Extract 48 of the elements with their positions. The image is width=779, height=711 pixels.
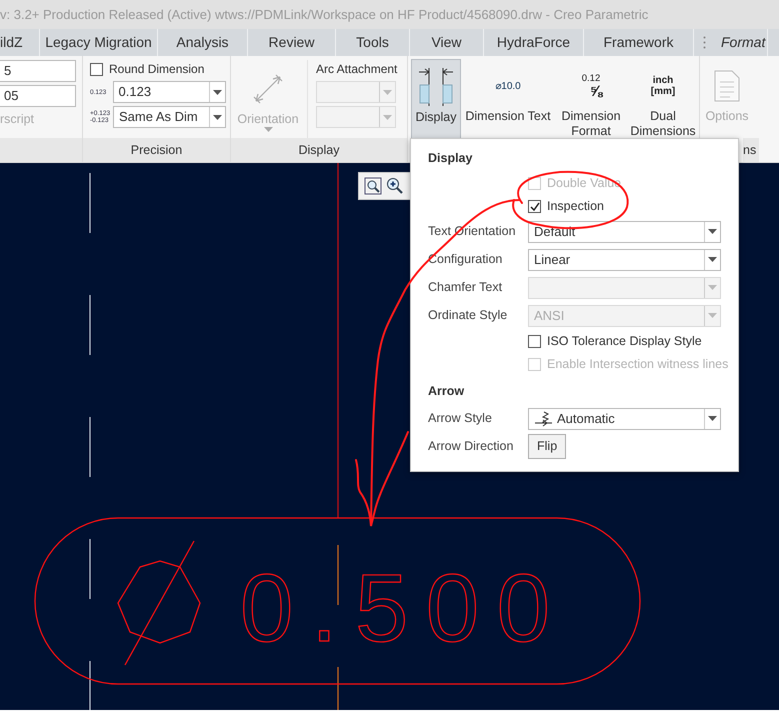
group-label: Precision (83, 138, 230, 162)
caret-icon (213, 114, 222, 120)
group-label: ns (743, 138, 759, 162)
dual-dimensions-icon: inch [mm] (650, 75, 676, 97)
dimension-format-icon: 0.12 ⅝ (580, 72, 602, 100)
checkbox-label: Enable Intersection witness lines (547, 356, 728, 373)
caret-icon (708, 313, 717, 318)
checkbox[interactable] (90, 62, 103, 76)
checkbox-label: ISO Tolerance Display Style (547, 332, 702, 350)
display-icon (417, 67, 455, 107)
field-label: rscript (0, 111, 36, 128)
field-label: Arrow Direction (428, 438, 514, 456)
dropdown: ANSI (528, 304, 721, 327)
checkbox-label: Inspection (547, 198, 604, 215)
caret-icon (708, 229, 717, 234)
dropdown[interactable]: Linear (528, 248, 721, 271)
text-field[interactable]: 05 (0, 85, 76, 107)
flip-button[interactable]: Flip (528, 434, 566, 459)
field-label: Configuration (428, 251, 504, 268)
caret-icon (708, 416, 717, 421)
dropdown[interactable]: Automatic (528, 408, 721, 430)
group-heading: Arc Attachment (316, 61, 398, 78)
caret-icon (708, 257, 717, 262)
caret-icon (708, 285, 717, 290)
checkbox[interactable] (528, 200, 541, 213)
caret-icon (383, 90, 392, 94)
section-heading: Arrow (428, 382, 466, 400)
field-label: Chamfer Text (428, 279, 504, 296)
group-label: Display (231, 138, 407, 162)
diagonal-arrow-icon (251, 72, 285, 106)
diameter-symbol-icon (117, 540, 201, 666)
window-title: v: 3.2+ Production Released (Active) wtws://PDMLink/Workspace on HF Product/4568090.drw - Creo Parametric (0, 0, 779, 29)
caret-icon (213, 90, 222, 94)
field-label: Arrow Style (428, 410, 493, 428)
dimension-text-icon: ⌀10.0 (495, 80, 521, 92)
caret-icon (264, 127, 272, 132)
dimension-value: 0.500 (240, 555, 550, 662)
field-label: Ordinate Style (428, 307, 508, 324)
checkbox-label: Round Dimension (109, 61, 204, 78)
dropdown[interactable]: 0.123 (112, 81, 226, 103)
text-field[interactable]: 5 (0, 60, 76, 82)
dropdown[interactable]: Same As Dim (113, 106, 226, 128)
zoom-fit-icon[interactable] (364, 177, 382, 195)
document-list-icon (714, 70, 740, 102)
caret-icon (383, 114, 392, 120)
dropdown[interactable]: Default (528, 220, 721, 243)
checkbox[interactable] (528, 334, 541, 348)
zoom-in-icon[interactable] (386, 177, 404, 195)
